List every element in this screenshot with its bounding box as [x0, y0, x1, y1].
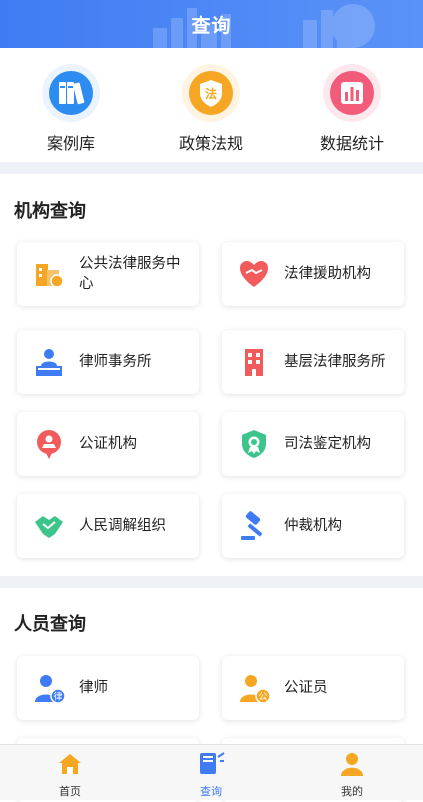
quick-link-statistics[interactable]: 数据统计 [297, 64, 407, 154]
tab-label: 首页 [59, 785, 81, 798]
search-book-icon [200, 752, 225, 774]
bar-chart-icon [330, 71, 374, 115]
section-divider [0, 162, 423, 174]
office-building-icon [245, 349, 263, 376]
lawyer-person-icon: 律 [35, 675, 65, 704]
personnel-card-label: 公证员 [284, 680, 328, 696]
institution-card-label: 法律援助机构 [284, 266, 371, 282]
quick-link-label: 数据统计 [319, 134, 384, 153]
institution-card-notary[interactable]: 公证机构 [17, 412, 199, 476]
notary-icon [37, 430, 61, 459]
institution-card-label: 基层法律服务所 [284, 354, 386, 370]
lawyer-desk-icon [36, 349, 62, 376]
tab-mine[interactable]: 我的 [312, 751, 392, 799]
institution-card-forensic-appraisal[interactable]: 司法鉴定机构 [222, 412, 404, 476]
personnel-section-title: 人员查询 [14, 614, 86, 635]
institution-card-label: 人民调解组织 [79, 518, 166, 534]
law-shield-icon: 法 [189, 71, 233, 115]
top-header: 查询 [0, 0, 423, 48]
institution-card-label: 公共法律服务中心 [79, 256, 181, 292]
tab-label: 查询 [200, 785, 222, 798]
institution-card-law-firm[interactable]: 律师事务所 [17, 330, 199, 394]
svg-text:法: 法 [205, 86, 217, 101]
personnel-card-lawyer[interactable]: 律 律师 [17, 656, 199, 720]
institution-card-arbitration[interactable]: 仲裁机构 [222, 494, 404, 558]
books-icon [49, 71, 93, 115]
quick-links: 案例库 法 政策法规 数据统计 [0, 48, 423, 162]
user-icon [341, 753, 363, 776]
home-icon [59, 754, 81, 774]
personnel-card-notary[interactable]: 公 公证员 [222, 656, 404, 720]
heart-handshake-icon [240, 261, 268, 287]
quick-link-policy[interactable]: 法 政策法规 [156, 64, 266, 154]
tab-query[interactable]: 查询 [171, 751, 251, 799]
page-title: 查询 [191, 15, 232, 37]
quick-link-case-library[interactable]: 案例库 [16, 64, 126, 154]
handshake-icon [35, 516, 63, 538]
quick-link-label: 案例库 [46, 134, 95, 153]
institution-section-title: 机构查询 [14, 201, 86, 222]
institution-card-mediation[interactable]: 人民调解组织 [17, 494, 199, 558]
lawyer-badge-text: 律 [53, 691, 62, 703]
tab-home[interactable]: 首页 [30, 751, 110, 799]
section-divider [0, 576, 423, 588]
institution-card-legal-aid[interactable]: 法律援助机构 [222, 242, 404, 306]
bottom-tab-bar: 首页 查询 我的 [0, 744, 423, 800]
institution-card-label: 公证机构 [79, 436, 137, 452]
institution-card-label: 司法鉴定机构 [284, 436, 371, 452]
building-icon [36, 264, 64, 288]
tab-label: 我的 [341, 785, 363, 798]
personnel-card-label: 律师 [79, 680, 108, 696]
notary-person-icon: 公 [240, 675, 270, 704]
institution-card-grassroots-service[interactable]: 基层法律服务所 [222, 330, 404, 394]
institution-card-label: 仲裁机构 [284, 518, 342, 534]
institution-card-public-legal-center[interactable]: 公共法律服务中心 [17, 242, 199, 306]
notary-badge-text: 公 [258, 692, 267, 703]
quick-link-label: 政策法规 [178, 134, 243, 153]
gavel-icon [241, 511, 263, 540]
institution-card-label: 律师事务所 [79, 354, 152, 370]
appraisal-badge-icon [242, 430, 266, 458]
